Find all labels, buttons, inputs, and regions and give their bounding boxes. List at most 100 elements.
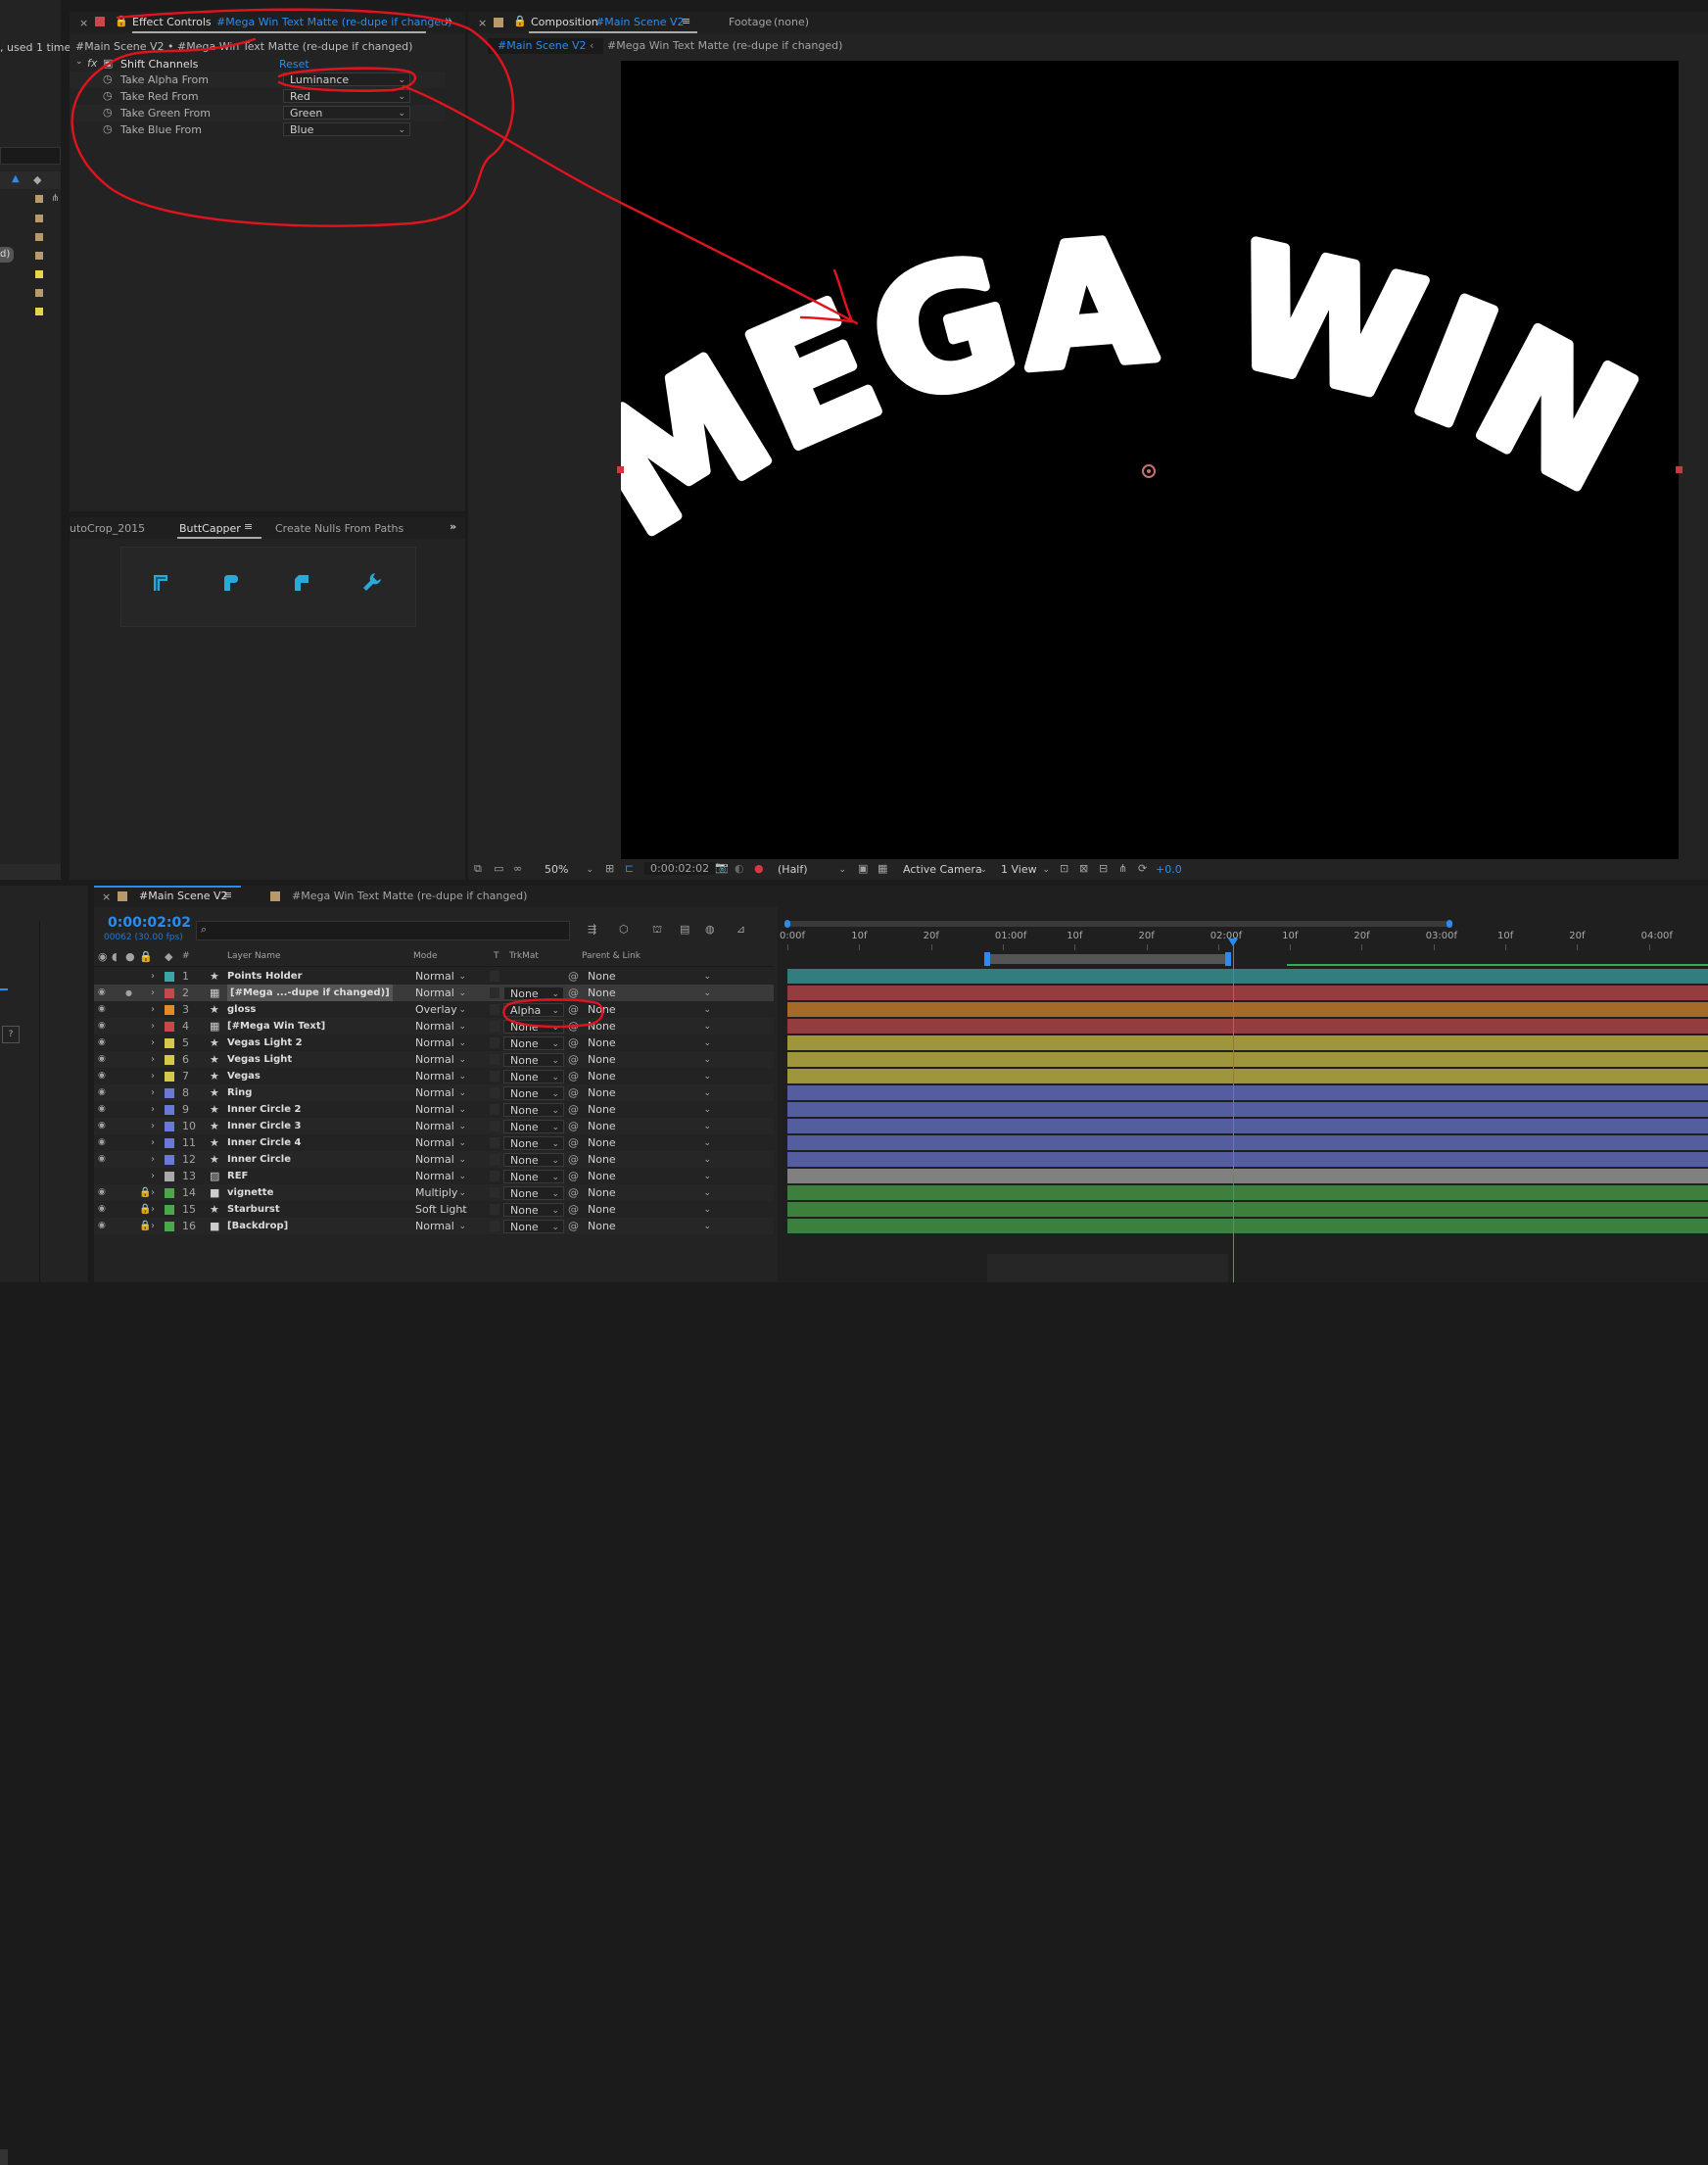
parent-dropdown[interactable]: None ⌄ (582, 1070, 715, 1083)
layer-handle-left[interactable] (617, 466, 624, 473)
parent-dropdown[interactable]: None ⌄ (582, 1220, 715, 1233)
layer-duration-bar[interactable] (787, 1219, 1708, 1233)
t-checkbox[interactable] (490, 1171, 499, 1181)
timeline-timecode[interactable]: 0:00:02:02 (108, 915, 191, 931)
mode-dropdown[interactable]: Overlay ⌄ (409, 1003, 470, 1017)
trkmat-dropdown[interactable]: None ⌄ (503, 1170, 564, 1183)
eye-icon[interactable]: ◉ (98, 950, 108, 963)
t-checkbox[interactable] (490, 1004, 499, 1015)
layer-duration-bar[interactable] (787, 1169, 1708, 1183)
effect-prop-dropdown[interactable]: Luminance ⌄ (283, 72, 410, 86)
panel-menu-icon[interactable]: ≡ (223, 889, 232, 901)
t-checkbox[interactable] (490, 1154, 499, 1165)
table-row[interactable]: ◉ › 8 ★ Ring Normal ⌄ None ⌄ @ None ⌄ (94, 1084, 774, 1101)
draft-3d-icon[interactable]: ⬡ (619, 923, 629, 936)
t-checkbox[interactable] (490, 1087, 499, 1098)
strip-dropdown[interactable] (0, 2100, 14, 2116)
mode-dropdown[interactable]: Normal ⌄ (409, 1136, 470, 1150)
pickwhip-icon[interactable]: @ (568, 1051, 579, 1068)
trkmat-dropdown[interactable]: None ⌄ (503, 986, 564, 1000)
pickwhip-icon[interactable]: @ (568, 985, 579, 1001)
layer-name[interactable]: [#Mega Win Text] (227, 1018, 325, 1034)
region-of-interest-icon[interactable]: ⊏ (625, 862, 634, 875)
expand-chevron-icon[interactable]: › (151, 1084, 155, 1101)
trkmat-dropdown[interactable]: None ⌄ (503, 1070, 564, 1083)
panel-menu-icon[interactable]: ≡ (244, 520, 253, 533)
table-row[interactable]: ◉ › 4 ▦ [#Mega Win Text] Normal ⌄ None ⌄ @… (94, 1018, 774, 1034)
table-row[interactable]: ◉ 🔒 › 16 ■ [Backdrop] Normal ⌄ None ⌄ @ No… (94, 1218, 774, 1234)
reset-link[interactable]: Reset (279, 58, 309, 71)
table-row[interactable]: ◉ 🔒 › 15 ★ Starburst Soft Light ⌄ None ⌄ @… (94, 1201, 774, 1218)
mode-dropdown[interactable]: Normal ⌄ (409, 970, 470, 984)
expand-chevron-icon[interactable]: › (151, 1151, 155, 1168)
pickwhip-icon[interactable]: @ (568, 1001, 579, 1018)
butt-cap-icon[interactable] (149, 571, 172, 595)
t-checkbox[interactable] (490, 1021, 499, 1032)
pickwhip-icon[interactable]: @ (568, 1134, 579, 1151)
frame-blend-icon[interactable]: ▤ (680, 923, 689, 936)
trkmat-dropdown[interactable]: Alpha ⌄ (503, 1003, 564, 1017)
timeline-icon[interactable]: ⊟ (1099, 862, 1108, 875)
lock-icon[interactable]: 🔒 (115, 15, 128, 27)
views-dropdown[interactable]: 1 View ⌄ (995, 863, 1054, 877)
label-color-swatch[interactable] (165, 1155, 174, 1165)
flowchart-icon[interactable]: ⋔ (1118, 862, 1127, 875)
layer-name[interactable]: [#Mega ...-dupe if changed)] (227, 985, 393, 1001)
expand-chevron-icon[interactable]: › (151, 1201, 155, 1218)
expand-chevron-icon[interactable]: › (151, 1184, 155, 1201)
mode-dropdown[interactable]: Normal ⌄ (409, 1220, 470, 1233)
eye-icon[interactable]: ◉ (98, 1068, 106, 1084)
work-area-end-handle[interactable] (1447, 920, 1452, 928)
layer-name[interactable]: [Backdrop] (227, 1218, 288, 1234)
timeline-tab-matte[interactable]: #Mega Win Text Matte (re-dupe if changed… (292, 890, 527, 902)
table-row[interactable]: ◉ › 3 ★ gloss Overlay ⌄ Alpha ⌄ @ None ⌄ (94, 1001, 774, 1018)
table-row[interactable]: ◉ › 9 ★ Inner Circle 2 Normal ⌄ None ⌄ @ N… (94, 1101, 774, 1118)
layer-handle-right[interactable] (1676, 466, 1683, 473)
eye-icon[interactable]: ◉ (98, 1101, 106, 1118)
eye-icon[interactable]: ◉ (98, 1034, 106, 1051)
effect-header-row[interactable]: ⌄ fx ▣ Shift Channels Reset (70, 56, 446, 72)
parent-dropdown[interactable]: None ⌄ (582, 1203, 715, 1217)
t-checkbox[interactable] (490, 1121, 499, 1131)
label-color-swatch[interactable] (165, 972, 174, 982)
table-row[interactable]: ◉ 🔒 › 14 ■ vignette Multiply ⌄ None ⌄ @ No… (94, 1184, 774, 1201)
toggle-pixel-icon[interactable]: ⊡ (1060, 862, 1068, 875)
parent-dropdown[interactable]: None ⌄ (582, 1153, 715, 1167)
eye-icon[interactable]: ◉ (98, 1218, 106, 1234)
motion-blur-icon[interactable]: ◍ (705, 923, 715, 936)
mode-dropdown[interactable]: Normal ⌄ (409, 1153, 470, 1167)
label-color-swatch[interactable] (165, 1088, 174, 1098)
monitor-icon[interactable]: ▭ (494, 862, 503, 875)
layer-duration-bar[interactable] (787, 1085, 1708, 1100)
layer-duration-bar[interactable] (787, 1019, 1708, 1034)
t-checkbox[interactable] (490, 1037, 499, 1048)
work-area-in-handle[interactable] (984, 952, 990, 966)
stopwatch-icon[interactable]: ◷ (103, 122, 113, 135)
square-cap-icon[interactable] (290, 571, 313, 595)
layer-duration-bar[interactable] (787, 1119, 1708, 1133)
label-color-swatch[interactable] (165, 1122, 174, 1131)
work-area-bar[interactable] (784, 920, 1452, 928)
trkmat-dropdown[interactable]: None ⌄ (503, 1136, 564, 1150)
label-color-swatch[interactable] (165, 988, 174, 998)
parent-dropdown[interactable]: None ⌄ (582, 1036, 715, 1050)
pickwhip-icon[interactable]: @ (568, 1201, 579, 1218)
panel-overflow-icon[interactable]: » (450, 520, 456, 533)
eye-icon[interactable]: ◉ (98, 1084, 106, 1101)
channel-icon[interactable]: ● (754, 862, 764, 875)
mode-dropdown[interactable]: Normal ⌄ (409, 1103, 470, 1117)
solo-icon[interactable]: ● (125, 985, 132, 1001)
round-cap-icon[interactable] (219, 571, 243, 595)
stopwatch-icon[interactable]: ◷ (103, 72, 113, 85)
layer-duration-bar[interactable] (787, 1202, 1708, 1217)
composition-tab[interactable]: Composition (531, 16, 598, 28)
expand-chevron-icon[interactable]: › (151, 1018, 155, 1034)
label-color-swatch[interactable] (165, 1188, 174, 1198)
mode-dropdown[interactable]: Normal ⌄ (409, 1086, 470, 1100)
parent-dropdown[interactable]: None ⌄ (582, 1003, 715, 1017)
label-color-swatch[interactable] (165, 1022, 174, 1032)
lock-icon[interactable]: 🔒 (139, 1201, 151, 1218)
close-icon[interactable]: × (102, 890, 111, 903)
mode-dropdown[interactable]: Normal ⌄ (409, 1053, 470, 1067)
mode-dropdown[interactable]: Soft Light ⌄ (409, 1203, 470, 1217)
